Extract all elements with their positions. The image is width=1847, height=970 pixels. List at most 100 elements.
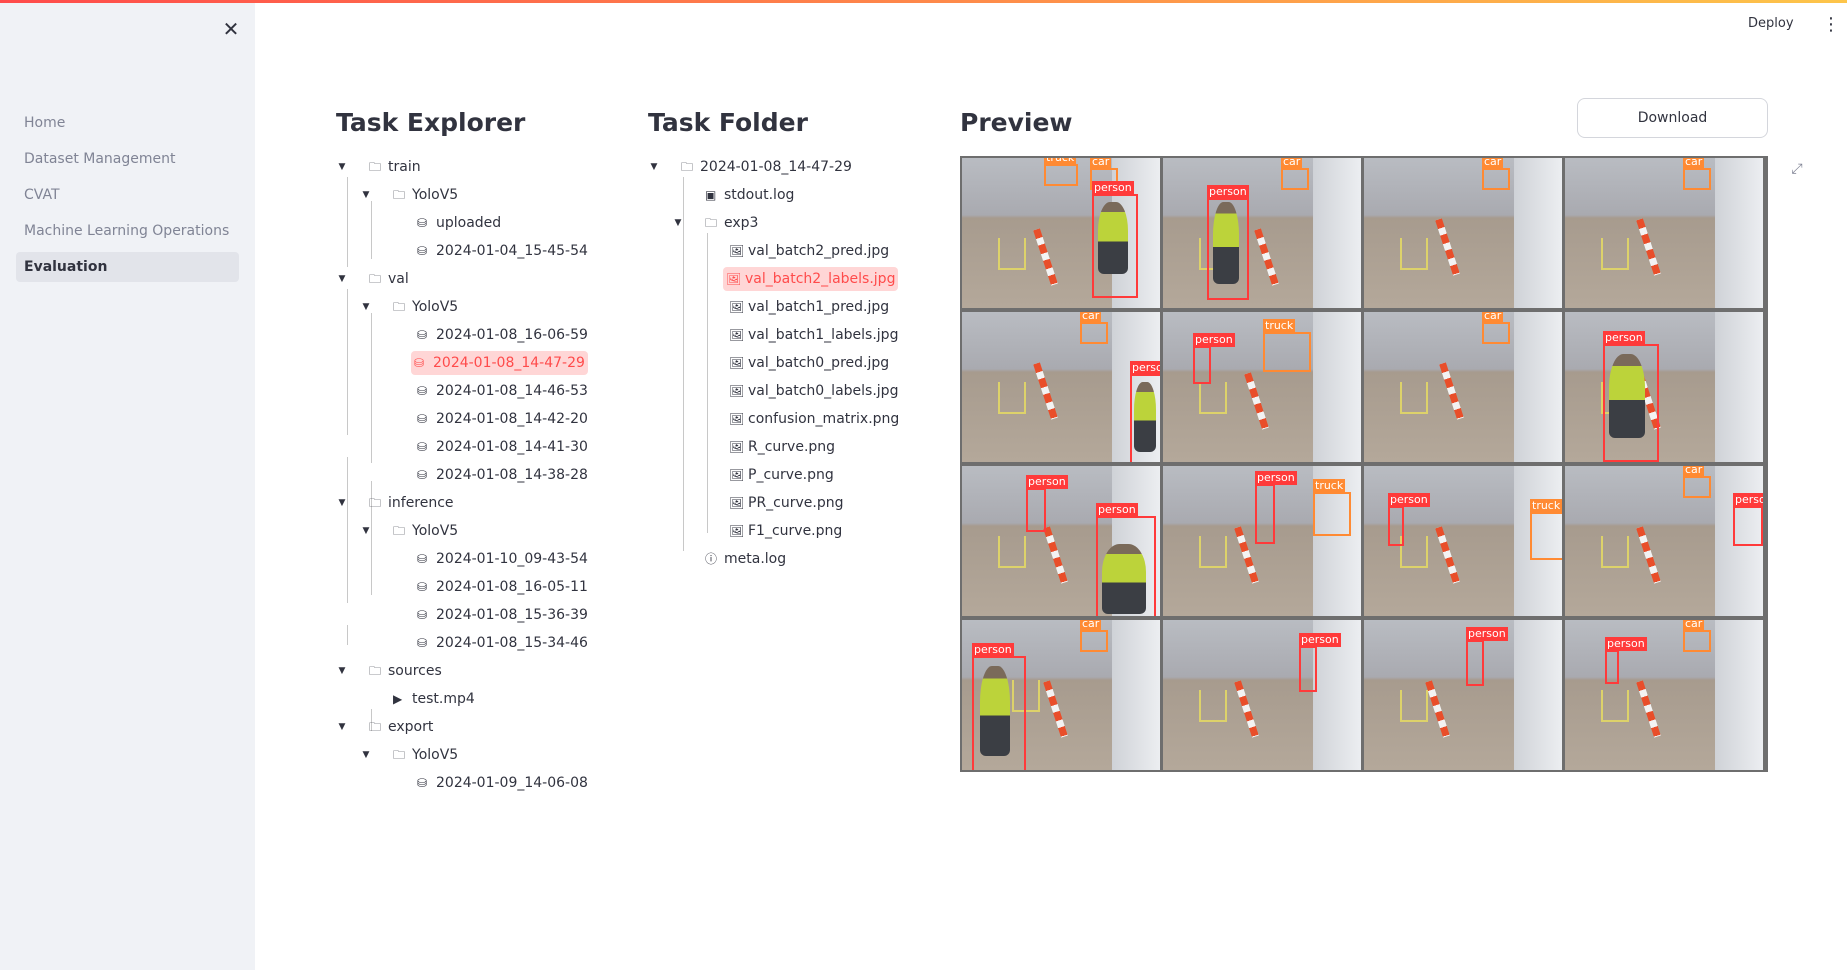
caret-down-icon[interactable]: ▼ <box>360 743 372 767</box>
sidebar-item-cvat[interactable]: CVAT <box>16 180 239 210</box>
image-icon: 🖼 <box>729 356 745 370</box>
caret-down-icon[interactable]: ▼ <box>360 183 372 207</box>
scene-element <box>1601 690 1629 722</box>
tree-node-label: F1_curve.png <box>748 523 843 539</box>
main-menu-icon[interactable]: ⋮ <box>1822 13 1840 37</box>
detection-label: person <box>1605 637 1647 651</box>
tree-node-label: 2024-01-08_14-47-29 <box>700 159 852 175</box>
caret-down-icon[interactable]: ▼ <box>336 659 348 683</box>
caret-down-icon[interactable]: ▼ <box>336 491 348 515</box>
folder-icon: 🗀 <box>369 272 382 286</box>
caret-down-icon[interactable]: ▼ <box>360 295 372 319</box>
preview-tile: car person <box>962 620 1160 770</box>
tree-node-label: sources <box>388 663 442 679</box>
tree-node-label: 2024-01-08_14-41-30 <box>436 439 588 455</box>
image-icon: 🖼 <box>729 496 745 510</box>
detection-box: car <box>1482 158 1510 190</box>
deploy-button[interactable]: Deploy <box>1748 16 1794 31</box>
detection-label: person <box>1255 471 1297 485</box>
sidebar-item-dataset-management[interactable]: Dataset Management <box>16 144 239 174</box>
sidebar-item-evaluation[interactable]: Evaluation <box>16 252 239 282</box>
caret-down-icon[interactable]: ▼ <box>336 267 348 291</box>
detection-label: car <box>1090 158 1112 169</box>
detection-label: person <box>1207 185 1249 199</box>
detection-box: car <box>1683 620 1711 652</box>
detection-box: person <box>1605 637 1647 684</box>
drive-icon: ⛁ <box>417 468 428 482</box>
sidebar-nav: Home Dataset Management CVAT Machine Lea… <box>16 108 239 288</box>
caret-down-icon[interactable]: ▼ <box>336 715 348 739</box>
tree-node-label: meta.log <box>724 551 787 567</box>
preview-tile: car person <box>1565 466 1763 616</box>
tree-guide <box>347 625 348 645</box>
close-sidebar-icon[interactable]: ✕ <box>219 17 243 41</box>
detection-box: person <box>1733 493 1763 546</box>
scene-element <box>1439 362 1464 420</box>
scene-element <box>1435 526 1460 584</box>
image-icon: 🖼 <box>729 300 745 314</box>
detection-label: car <box>1683 466 1705 477</box>
folder-icon: 🗀 <box>369 720 382 734</box>
detection-box: person <box>1466 627 1508 686</box>
tree-node-label: inference <box>388 495 454 511</box>
tree-node-label: stdout.log <box>724 187 795 203</box>
fullscreen-icon[interactable]: ⤢ <box>1788 161 1806 179</box>
scene-element <box>1199 536 1227 568</box>
drive-icon: ⛁ <box>417 608 428 622</box>
download-button[interactable]: Download <box>1577 98 1768 138</box>
tree-node-label: 2024-01-10_09-43-54 <box>436 551 588 567</box>
preview-title: Preview <box>960 108 1073 137</box>
scene-element <box>1199 690 1227 722</box>
tree-node-label: YoloV5 <box>412 523 459 539</box>
caret-down-icon[interactable]: ▼ <box>336 155 348 179</box>
folder-icon: 🗀 <box>369 160 382 174</box>
scene-element <box>1435 218 1460 276</box>
drive-icon: ⛁ <box>417 412 428 426</box>
detection-label: person <box>1603 331 1645 345</box>
scene-element <box>1033 228 1058 286</box>
explorer-title: Task Explorer <box>336 108 526 137</box>
detection-box: person <box>1299 633 1341 692</box>
detection-label: person <box>1733 493 1763 507</box>
preview-tile: person <box>1163 620 1361 770</box>
detection-box: person <box>1207 185 1249 300</box>
tree-node-label: YoloV5 <box>412 299 459 315</box>
preview-tile: person truck <box>1163 466 1361 616</box>
drive-icon: ⛁ <box>417 636 428 650</box>
caret-down-icon[interactable]: ▼ <box>360 519 372 543</box>
preview-tile: person <box>1565 312 1763 462</box>
caret-down-icon[interactable]: ▼ <box>672 211 684 235</box>
tree-guide <box>371 313 372 463</box>
scene-element <box>1254 228 1279 286</box>
detection-label: truck <box>1530 499 1562 513</box>
info-icon: ⓘ <box>705 552 718 566</box>
tree-node-label: export <box>388 719 434 735</box>
terminal-icon: ▣ <box>705 188 717 202</box>
preview-tile: truck car person <box>962 158 1160 308</box>
detection-box: person <box>972 643 1026 770</box>
folder-icon: 🗀 <box>369 496 382 510</box>
scene-element <box>1715 158 1763 308</box>
preview-tile: person <box>1364 620 1562 770</box>
image-icon: 🖼 <box>729 384 745 398</box>
detection-box: person <box>1026 475 1068 532</box>
tree-guide <box>347 289 348 435</box>
preview-tile: person truck <box>1364 466 1562 616</box>
detection-box: truck <box>1313 479 1351 536</box>
scene-element <box>1514 158 1562 308</box>
preview-tile: car person <box>1163 158 1361 308</box>
scene-element <box>1043 526 1068 584</box>
scene-element <box>1601 238 1629 270</box>
sidebar: ✕ Home Dataset Management CVAT Machine L… <box>0 3 255 970</box>
tree-guide <box>347 457 348 603</box>
caret-down-icon[interactable]: ▼ <box>648 155 660 179</box>
scene-element <box>1636 218 1661 276</box>
tree-node-label: 2024-01-08_14-47-29 <box>433 355 585 371</box>
sidebar-item-mlops[interactable]: Machine Learning Operations <box>16 216 239 246</box>
scene-element <box>1636 680 1661 738</box>
tree-node-label: YoloV5 <box>412 747 459 763</box>
sidebar-item-home[interactable]: Home <box>16 108 239 138</box>
folder-icon: 🗀 <box>369 664 382 678</box>
scene-element <box>1715 620 1763 770</box>
preview-tile: person person <box>962 466 1160 616</box>
